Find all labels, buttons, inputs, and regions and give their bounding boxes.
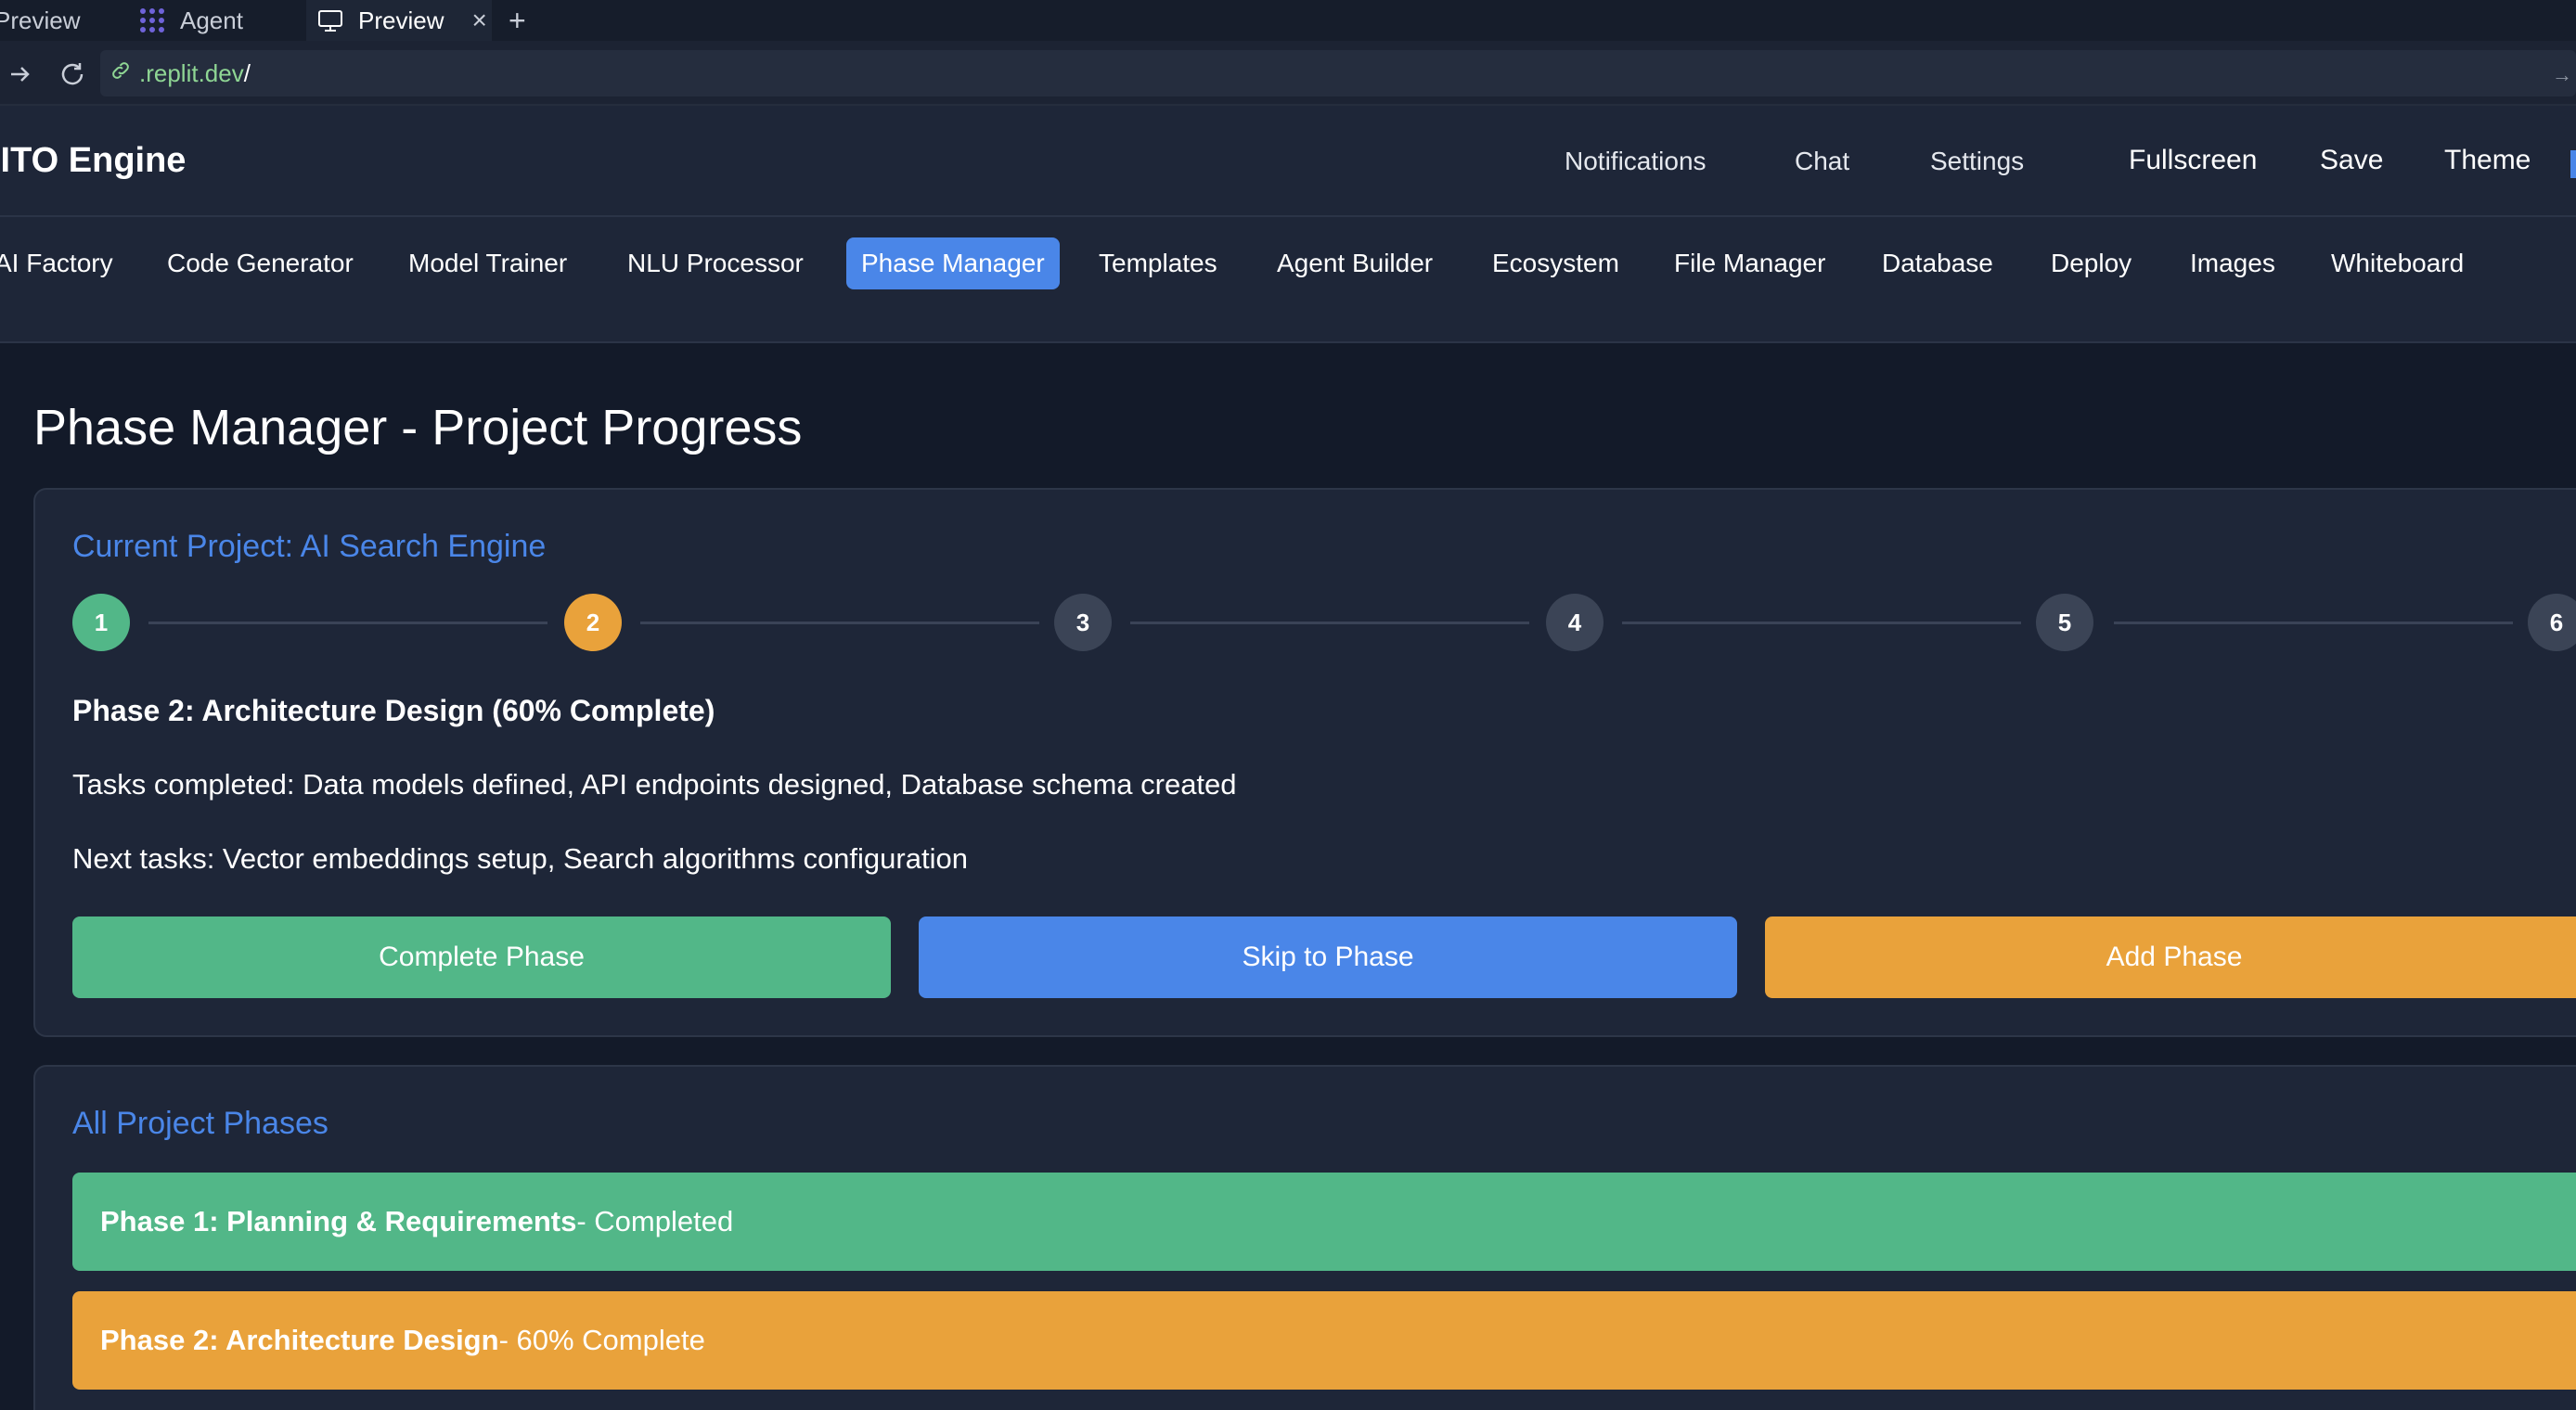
monitor-icon <box>316 6 345 35</box>
phase-row-status: - 60% Complete <box>498 1324 705 1356</box>
nav-nlu-processor[interactable]: NLU Processor <box>612 237 818 289</box>
url-path: / <box>243 58 251 87</box>
link-icon <box>109 59 132 88</box>
phase-row-1[interactable]: Phase 1: Planning & Requirements - Compl… <box>72 1173 2576 1271</box>
nav-ecosystem[interactable]: Ecosystem <box>1477 237 1634 289</box>
browser-tab-bar: Preview Agent Preview × + <box>0 0 2576 41</box>
url-domain: .replit.dev <box>139 58 244 87</box>
nav-code-generator[interactable]: Code Generator <box>152 237 368 289</box>
tab-label: Preview <box>0 6 81 34</box>
fullscreen-button[interactable]: Fullscreen <box>2129 145 2257 176</box>
header-accent-edge[interactable] <box>2570 150 2576 178</box>
phase-row-status: - Completed <box>576 1205 734 1237</box>
new-tab-button[interactable]: + <box>509 0 526 41</box>
theme-button[interactable]: Theme <box>2444 145 2531 176</box>
nav-deploy[interactable]: Deploy <box>2036 237 2146 289</box>
nav-templates[interactable]: Templates <box>1084 237 1232 289</box>
phase-step-5[interactable]: 5 <box>2036 594 2093 651</box>
nav-agent-builder[interactable]: Agent Builder <box>1262 237 1448 289</box>
all-phases-card: All Project Phases Phase 1: Planning & R… <box>33 1065 2576 1410</box>
next-tasks-text: Next tasks: Vector embeddings setup, Sea… <box>72 842 968 875</box>
add-phase-button[interactable]: Add Phase <box>1765 916 2576 998</box>
module-nav: AI Factory Code Generator Model Trainer … <box>0 217 2576 343</box>
phase-step-2[interactable]: 2 <box>564 594 622 651</box>
url-field[interactable]: .replit.dev / → <box>100 50 2576 96</box>
reload-icon[interactable] <box>54 56 91 93</box>
current-project-title: Current Project: AI Search Engine <box>72 529 547 564</box>
tab-agent[interactable]: Agent <box>137 0 304 41</box>
nav-images[interactable]: Images <box>2175 237 2290 289</box>
tab-preview-left[interactable]: Preview <box>0 0 106 41</box>
chat-link[interactable]: Chat <box>1795 147 1849 176</box>
tab-preview-active[interactable]: Preview × <box>306 0 492 41</box>
address-bar: .replit.dev / → <box>0 41 2576 106</box>
nav-ai-factory[interactable]: AI Factory <box>0 237 128 289</box>
app-header: IITO Engine Notifications Chat Settings … <box>0 106 2576 217</box>
tab-label: Agent <box>180 6 243 34</box>
step-connector <box>640 622 1039 624</box>
phase-row-name: Phase 1: Planning & Requirements <box>100 1205 577 1237</box>
phase-step-4[interactable]: 4 <box>1546 594 1604 651</box>
phase-row-name: Phase 2: Architecture Design <box>100 1324 499 1356</box>
nav-model-trainer[interactable]: Model Trainer <box>393 237 582 289</box>
complete-phase-button[interactable]: Complete Phase <box>72 916 891 998</box>
nav-phase-manager[interactable]: Phase Manager <box>846 237 1060 289</box>
step-connector <box>148 622 547 624</box>
nav-database[interactable]: Database <box>1867 237 2008 289</box>
notifications-link[interactable]: Notifications <box>1565 147 1707 176</box>
phase-row-2[interactable]: Phase 2: Architecture Design - 60% Compl… <box>72 1291 2576 1390</box>
nav-whiteboard[interactable]: Whiteboard <box>2316 237 2479 289</box>
page-title: Phase Manager - Project Progress <box>33 400 803 455</box>
current-project-card: Current Project: AI Search Engine 1 2 3 … <box>33 488 2576 1037</box>
go-arrow-icon[interactable]: → <box>2552 63 2572 87</box>
nav-file-manager[interactable]: File Manager <box>1659 237 1840 289</box>
skip-to-phase-button[interactable]: Skip to Phase <box>919 916 1737 998</box>
phase-step-6[interactable]: 6 <box>2528 594 2576 651</box>
phase-step-1[interactable]: 1 <box>72 594 130 651</box>
tasks-completed-text: Tasks completed: Data models defined, AP… <box>72 768 1237 801</box>
agent-dots-icon <box>137 6 167 35</box>
step-connector <box>1130 622 1529 624</box>
phase-step-3[interactable]: 3 <box>1054 594 1112 651</box>
step-connector <box>1622 622 2021 624</box>
step-connector <box>2114 622 2513 624</box>
brand-title: IITO Engine <box>0 141 187 180</box>
settings-link[interactable]: Settings <box>1930 147 2024 176</box>
tab-label: Preview <box>358 6 444 34</box>
all-phases-title: All Project Phases <box>72 1106 328 1141</box>
current-phase-heading: Phase 2: Architecture Design (60% Comple… <box>72 694 715 727</box>
close-icon[interactable]: × <box>471 6 486 35</box>
arrow-right-icon[interactable] <box>2 56 39 93</box>
save-button[interactable]: Save <box>2320 145 2383 176</box>
